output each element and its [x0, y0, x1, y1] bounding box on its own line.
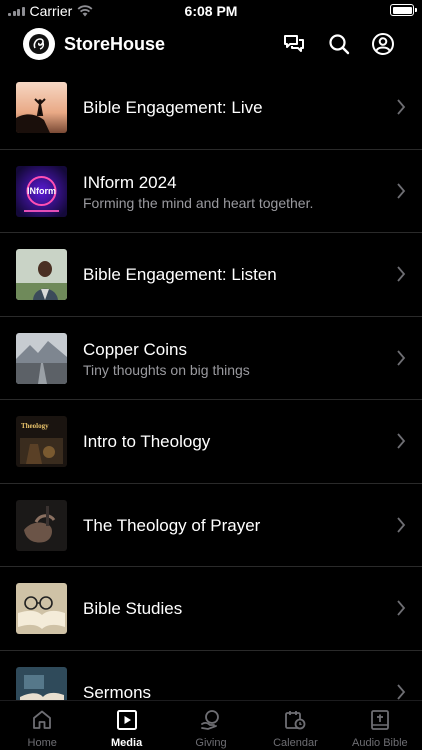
app-title: StoreHouse [64, 34, 166, 54]
item-title: INform 2024 [83, 172, 177, 192]
item-subtitle: Tiny thoughts on big things [83, 361, 250, 378]
account-icon[interactable] [371, 32, 395, 56]
chevron-right-icon [397, 516, 406, 533]
app-header: StoreHouse [0, 22, 422, 66]
status-bar: Carrier 6:08 PM [0, 0, 422, 22]
battery-icon [390, 4, 417, 16]
list-item-theology-of-prayer[interactable]: The Theology of Prayer [0, 484, 422, 567]
item-title: Copper Coins [83, 339, 187, 359]
thumbnail-image: Theology [16, 416, 67, 467]
list-item-copper-coins[interactable]: Copper Coins Tiny thoughts on big things [0, 317, 422, 400]
tab-label: Media [111, 737, 143, 749]
item-title: Bible Engagement: Listen [83, 265, 277, 284]
media-icon [116, 710, 137, 730]
tab-label: Home [27, 737, 57, 749]
thumb-inform-text: INform [27, 186, 56, 196]
item-subtitle: Forming the mind and heart together. [83, 194, 314, 211]
thumbnail-image: INform [16, 165, 67, 217]
tab-audio-bible[interactable]: Audio Bible [338, 701, 422, 750]
chevron-right-icon [397, 683, 406, 700]
tab-calendar[interactable]: Calendar [253, 701, 337, 750]
audio-bible-icon [370, 710, 389, 730]
thumbnail-image [16, 499, 67, 551]
tab-label: Audio Bible [352, 737, 408, 749]
app-logo-icon[interactable] [23, 28, 55, 60]
home-icon [33, 710, 52, 729]
chevron-right-icon [397, 182, 406, 199]
media-list: Bible Engagement: Live INform INform 202… [0, 66, 422, 734]
item-title: Intro to Theology [83, 432, 211, 451]
thumbnail-image [16, 583, 67, 634]
thumbnail-image [16, 82, 67, 133]
tab-giving[interactable]: Giving [169, 701, 253, 750]
list-item-bible-engagement-live[interactable]: Bible Engagement: Live [0, 66, 422, 150]
chevron-right-icon [397, 600, 406, 616]
tab-label: Calendar [273, 737, 318, 749]
item-title: Bible Studies [83, 599, 183, 618]
calendar-icon [285, 711, 306, 730]
giving-icon [201, 710, 219, 730]
list-item-bible-engagement-listen[interactable]: Bible Engagement: Listen [0, 233, 422, 317]
search-icon[interactable] [327, 32, 351, 56]
item-title: The Theology of Prayer [83, 515, 261, 535]
chevron-right-icon [397, 266, 406, 282]
status-time: 6:08 PM [184, 3, 238, 19]
thumb-theology-text: Theology [21, 422, 49, 430]
list-item-bible-studies[interactable]: Bible Studies [0, 567, 422, 651]
tab-home[interactable]: Home [0, 701, 84, 750]
tab-bar: Home Media Giving Calendar Audio Bible [0, 700, 422, 750]
tab-media[interactable]: Media [84, 701, 168, 750]
list-item-intro-to-theology[interactable]: Theology Intro to Theology [0, 400, 422, 484]
chevron-right-icon [397, 99, 406, 115]
chevron-right-icon [397, 433, 406, 449]
thumbnail-image [16, 332, 67, 384]
chevron-right-icon [397, 349, 406, 366]
chat-icon[interactable] [282, 32, 306, 56]
item-title: Bible Engagement: Live [83, 98, 263, 117]
tab-label: Giving [195, 737, 227, 749]
list-item-inform-2024[interactable]: INform INform 2024 Forming the mind and … [0, 150, 422, 233]
thumbnail-image [16, 249, 67, 300]
